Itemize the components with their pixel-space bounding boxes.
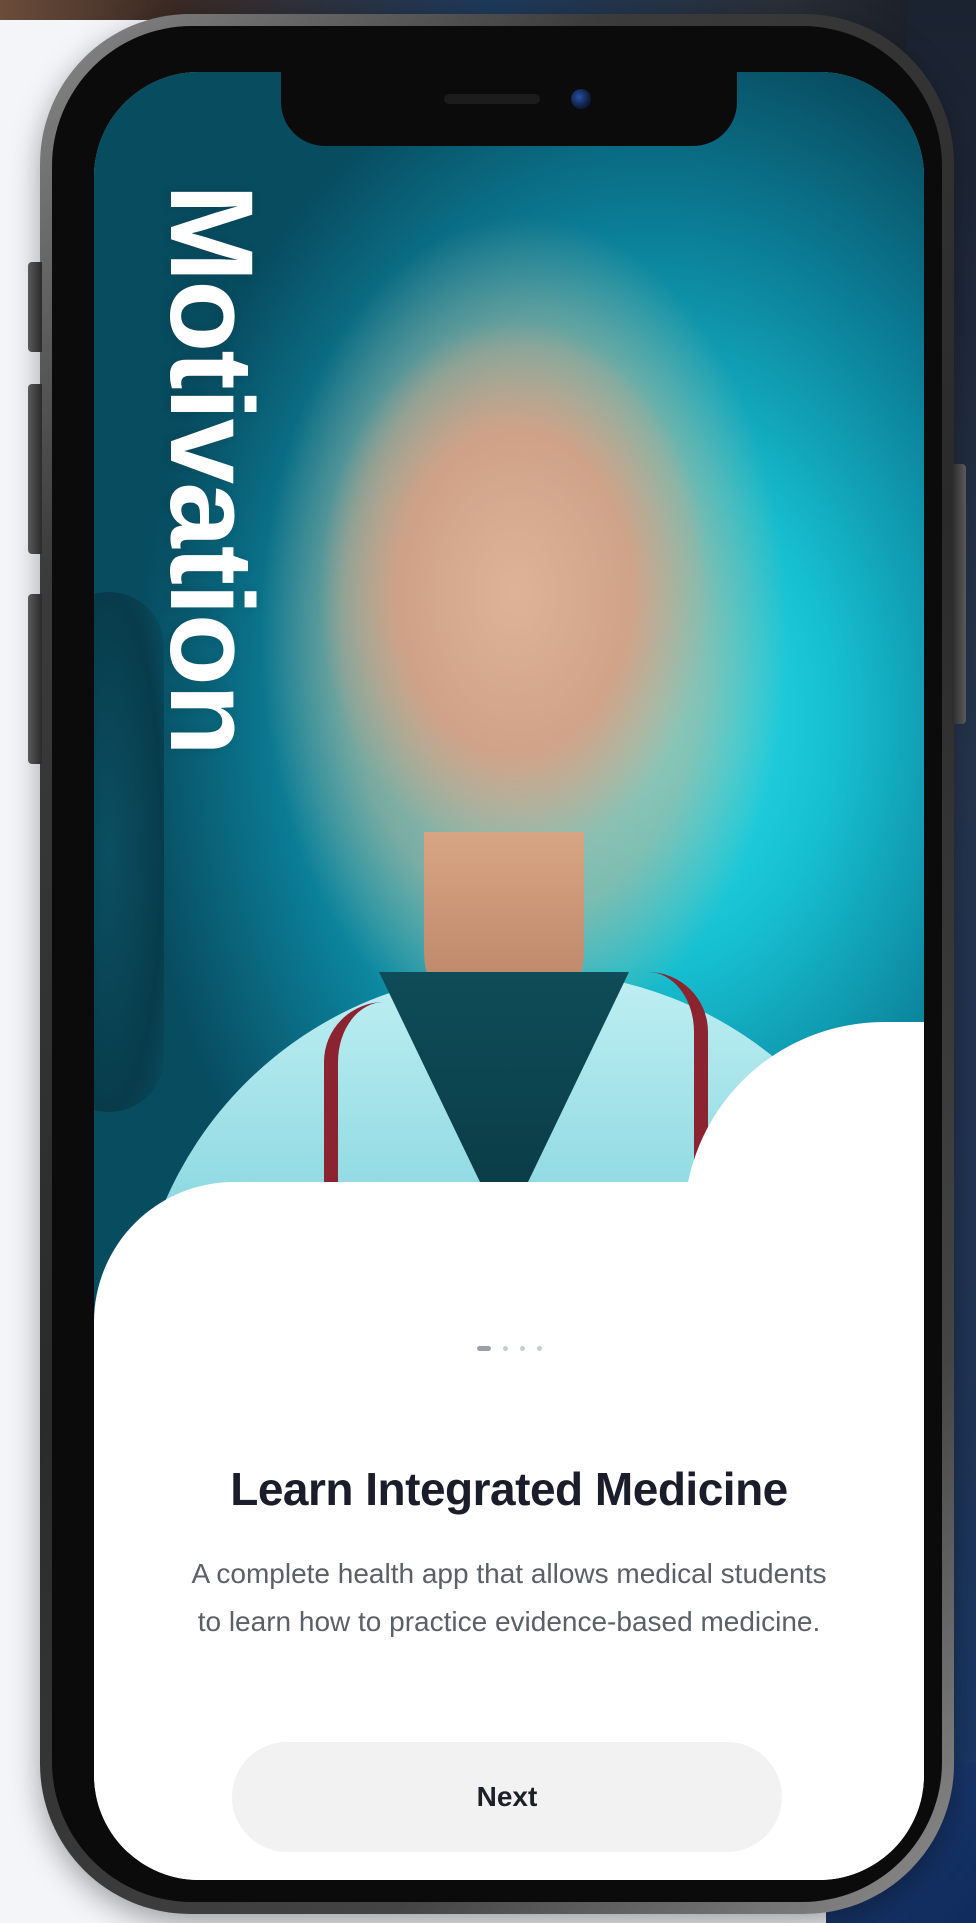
onboarding-title: Learn Integrated Medicine xyxy=(230,1463,788,1515)
next-button[interactable]: Next xyxy=(232,1742,782,1852)
page-indicator xyxy=(94,1346,924,1351)
front-camera-icon xyxy=(571,89,591,109)
phone-frame: Motivation Learn Integrated Medicine A c… xyxy=(28,14,966,1914)
onboarding-description: A complete health app that allows medica… xyxy=(191,1558,827,1637)
next-button-label: Next xyxy=(476,1781,538,1812)
onboarding-card: Learn Integrated Medicine A complete hea… xyxy=(94,1022,924,1880)
page-indicator-dot[interactable] xyxy=(536,1346,542,1351)
page-indicator-dot[interactable] xyxy=(502,1346,508,1351)
phone-notch xyxy=(281,72,737,146)
vertical-hero-title: Motivation xyxy=(145,184,277,754)
volume-up-button xyxy=(28,384,42,554)
page-indicator-dot[interactable] xyxy=(519,1346,525,1351)
power-button xyxy=(952,464,966,724)
mute-switch xyxy=(28,262,42,352)
phone-screen: Motivation Learn Integrated Medicine A c… xyxy=(94,72,924,1880)
earpiece-speaker-icon xyxy=(444,94,540,104)
page-indicator-dot-active[interactable] xyxy=(476,1346,491,1351)
volume-down-button xyxy=(28,594,42,764)
